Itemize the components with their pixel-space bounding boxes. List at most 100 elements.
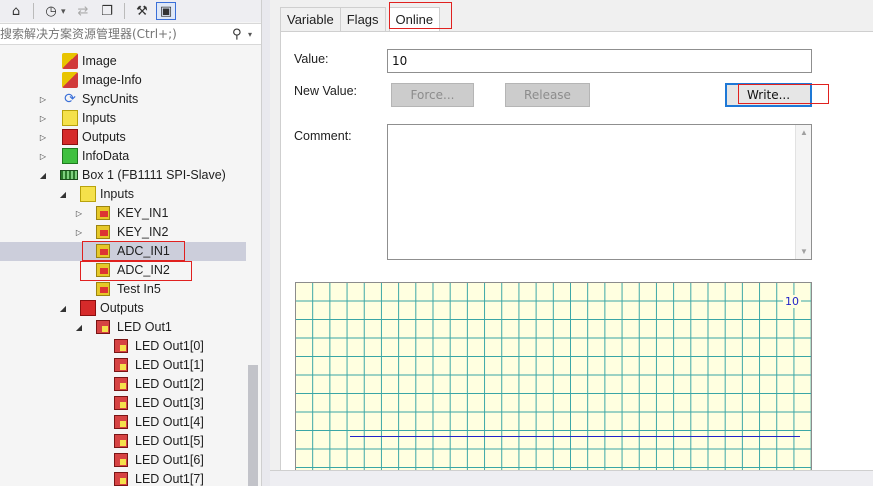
collapse-arrow-icon[interactable]: ◢	[38, 166, 48, 185]
tab-flags[interactable]: Flags	[339, 7, 386, 31]
release-button[interactable]: Release	[505, 83, 590, 107]
chevron-down-icon[interactable]: ▾	[248, 30, 261, 39]
tab-variable[interactable]: Variable	[280, 7, 341, 31]
tab-label: Variable	[287, 12, 334, 27]
tree-item-box1[interactable]: ◢ Box 1 (FB1111 SPI-Slave)	[0, 166, 246, 185]
tree-item-led-out1[interactable]: ◢ LED Out1	[0, 318, 246, 337]
expand-arrow-icon[interactable]: ▷	[38, 128, 48, 147]
tree-item-box-outputs[interactable]: ◢ Outputs	[0, 299, 246, 318]
outputs-folder-icon	[80, 300, 96, 316]
output-bit-icon	[114, 472, 128, 486]
tree-item-label: Outputs	[82, 130, 126, 144]
search-icon[interactable]: ⚲	[232, 27, 248, 42]
output-variable-icon	[96, 320, 110, 334]
output-bit-icon	[114, 415, 128, 429]
preview-icon[interactable]: ▣	[156, 2, 176, 20]
comment-scrollbar[interactable]: ▲ ▼	[795, 125, 811, 259]
input-variable-icon	[96, 206, 110, 220]
tree-item-led-out1-3[interactable]: LED Out1[3]	[0, 394, 246, 413]
collapse-arrow-icon[interactable]: ◢	[58, 185, 68, 204]
expand-arrow-icon[interactable]: ▷	[38, 109, 48, 128]
value-field[interactable]	[387, 49, 812, 73]
highlight-box	[738, 84, 829, 104]
sync-units-icon: ⟳	[64, 91, 76, 107]
explorer-toolbar: ⌂ ◷ ▾ ⇄ ❐ ⚒ ▣	[0, 0, 261, 22]
expand-arrow-icon[interactable]: ▷	[38, 90, 48, 109]
scroll-down-icon[interactable]: ▼	[800, 247, 808, 256]
tree-item-syncunits[interactable]: ▷ ⟳ SyncUnits	[0, 90, 246, 109]
collapse-arrow-icon[interactable]: ◢	[74, 318, 84, 337]
force-button-label: Force...	[410, 88, 455, 102]
expand-arrow-icon[interactable]: ▷	[38, 147, 48, 166]
sync-icon[interactable]: ⇄	[73, 2, 93, 20]
tree-item-label: Image	[82, 54, 117, 68]
tree-item-label: SyncUnits	[82, 92, 139, 106]
tree-item-box-inputs[interactable]: ◢ Inputs	[0, 185, 246, 204]
tree-item-led-out1-0[interactable]: LED Out1[0]	[0, 337, 246, 356]
tree-item-key-in1[interactable]: ▷ KEY_IN1	[0, 204, 246, 223]
tree-item-label: KEY_IN2	[117, 225, 169, 239]
tree-item-label: LED Out1[5]	[135, 434, 204, 448]
tree-item-label: Outputs	[100, 301, 144, 315]
tree-item-infodata[interactable]: ▷ InfoData	[0, 147, 246, 166]
output-bit-icon	[114, 339, 128, 353]
highlight-box	[80, 261, 192, 281]
input-variable-icon	[96, 282, 110, 296]
infodata-folder-icon	[62, 148, 78, 164]
expand-arrow-icon[interactable]: ▷	[74, 223, 84, 242]
tree-item-label: InfoData	[82, 149, 130, 163]
release-button-label: Release	[524, 88, 571, 102]
tree-item-image-info[interactable]: Image-Info	[0, 71, 246, 90]
tree-item-outputs[interactable]: ▷ Outputs	[0, 128, 246, 147]
expand-arrow-icon[interactable]: ▷	[74, 204, 84, 223]
online-tab-content: Value: New Value: Force... Release Write…	[280, 31, 873, 486]
value-label: Value:	[294, 52, 329, 66]
tree-item-label: Box 1 (FB1111 SPI-Slave)	[82, 168, 226, 182]
explorer-search-bar: ⚲ ▾	[0, 23, 261, 45]
home-icon[interactable]: ⌂	[6, 2, 26, 20]
image-info-icon	[62, 72, 78, 88]
panel-splitter[interactable]	[262, 0, 270, 486]
tree-item-led-out1-4[interactable]: LED Out1[4]	[0, 413, 246, 432]
collapse-all-icon[interactable]: ❐	[97, 2, 117, 20]
tree-item-label: LED Out1[0]	[135, 339, 204, 353]
comment-field[interactable]: ▲ ▼	[387, 124, 812, 260]
tree-item-label: LED Out1[6]	[135, 453, 204, 467]
tree-item-led-out1-7[interactable]: LED Out1[7]	[0, 470, 246, 486]
tree-scrollbar-thumb[interactable]	[248, 365, 258, 486]
output-bit-icon	[114, 453, 128, 467]
tree-item-test-in5[interactable]: Test In5	[0, 280, 246, 299]
outputs-folder-icon	[62, 129, 78, 145]
tree-item-led-out1-6[interactable]: LED Out1[6]	[0, 451, 246, 470]
tree-item-led-out1-5[interactable]: LED Out1[5]	[0, 432, 246, 451]
tree-item-label: LED Out1	[117, 320, 172, 334]
tree-item-label: LED Out1[7]	[135, 472, 204, 486]
toolbar-separator	[33, 3, 34, 19]
tree-item-led-out1-2[interactable]: LED Out1[2]	[0, 375, 246, 394]
input-variable-icon	[96, 225, 110, 239]
wrench-icon[interactable]: ⚒	[132, 2, 152, 20]
output-bit-icon	[114, 358, 128, 372]
scroll-up-icon[interactable]: ▲	[800, 128, 808, 137]
tree-item-image[interactable]: Image	[0, 52, 246, 71]
history-icon[interactable]: ◷	[41, 2, 61, 20]
tree-item-key-in2[interactable]: ▷ KEY_IN2	[0, 223, 246, 242]
toolbar-separator	[124, 3, 125, 19]
collapse-arrow-icon[interactable]: ◢	[58, 299, 68, 318]
output-bit-icon	[114, 377, 128, 391]
image-icon	[62, 53, 78, 69]
tree-item-label: LED Out1[3]	[135, 396, 204, 410]
tab-label: Flags	[346, 12, 379, 27]
graph-trace-line	[350, 436, 800, 437]
tree-item-label: Inputs	[82, 111, 117, 125]
search-input[interactable]	[0, 24, 232, 44]
output-bit-icon	[114, 434, 128, 448]
tree-item-inputs[interactable]: ▷ Inputs	[0, 109, 246, 128]
tree-item-led-out1-1[interactable]: LED Out1[1]	[0, 356, 246, 375]
chevron-down-icon[interactable]: ▾	[61, 6, 69, 17]
highlight-box	[389, 2, 452, 29]
new-value-label: New Value:	[294, 84, 357, 98]
force-button[interactable]: Force...	[391, 83, 474, 107]
tree-item-label: LED Out1[2]	[135, 377, 204, 391]
tree-item-label: KEY_IN1	[117, 206, 169, 220]
